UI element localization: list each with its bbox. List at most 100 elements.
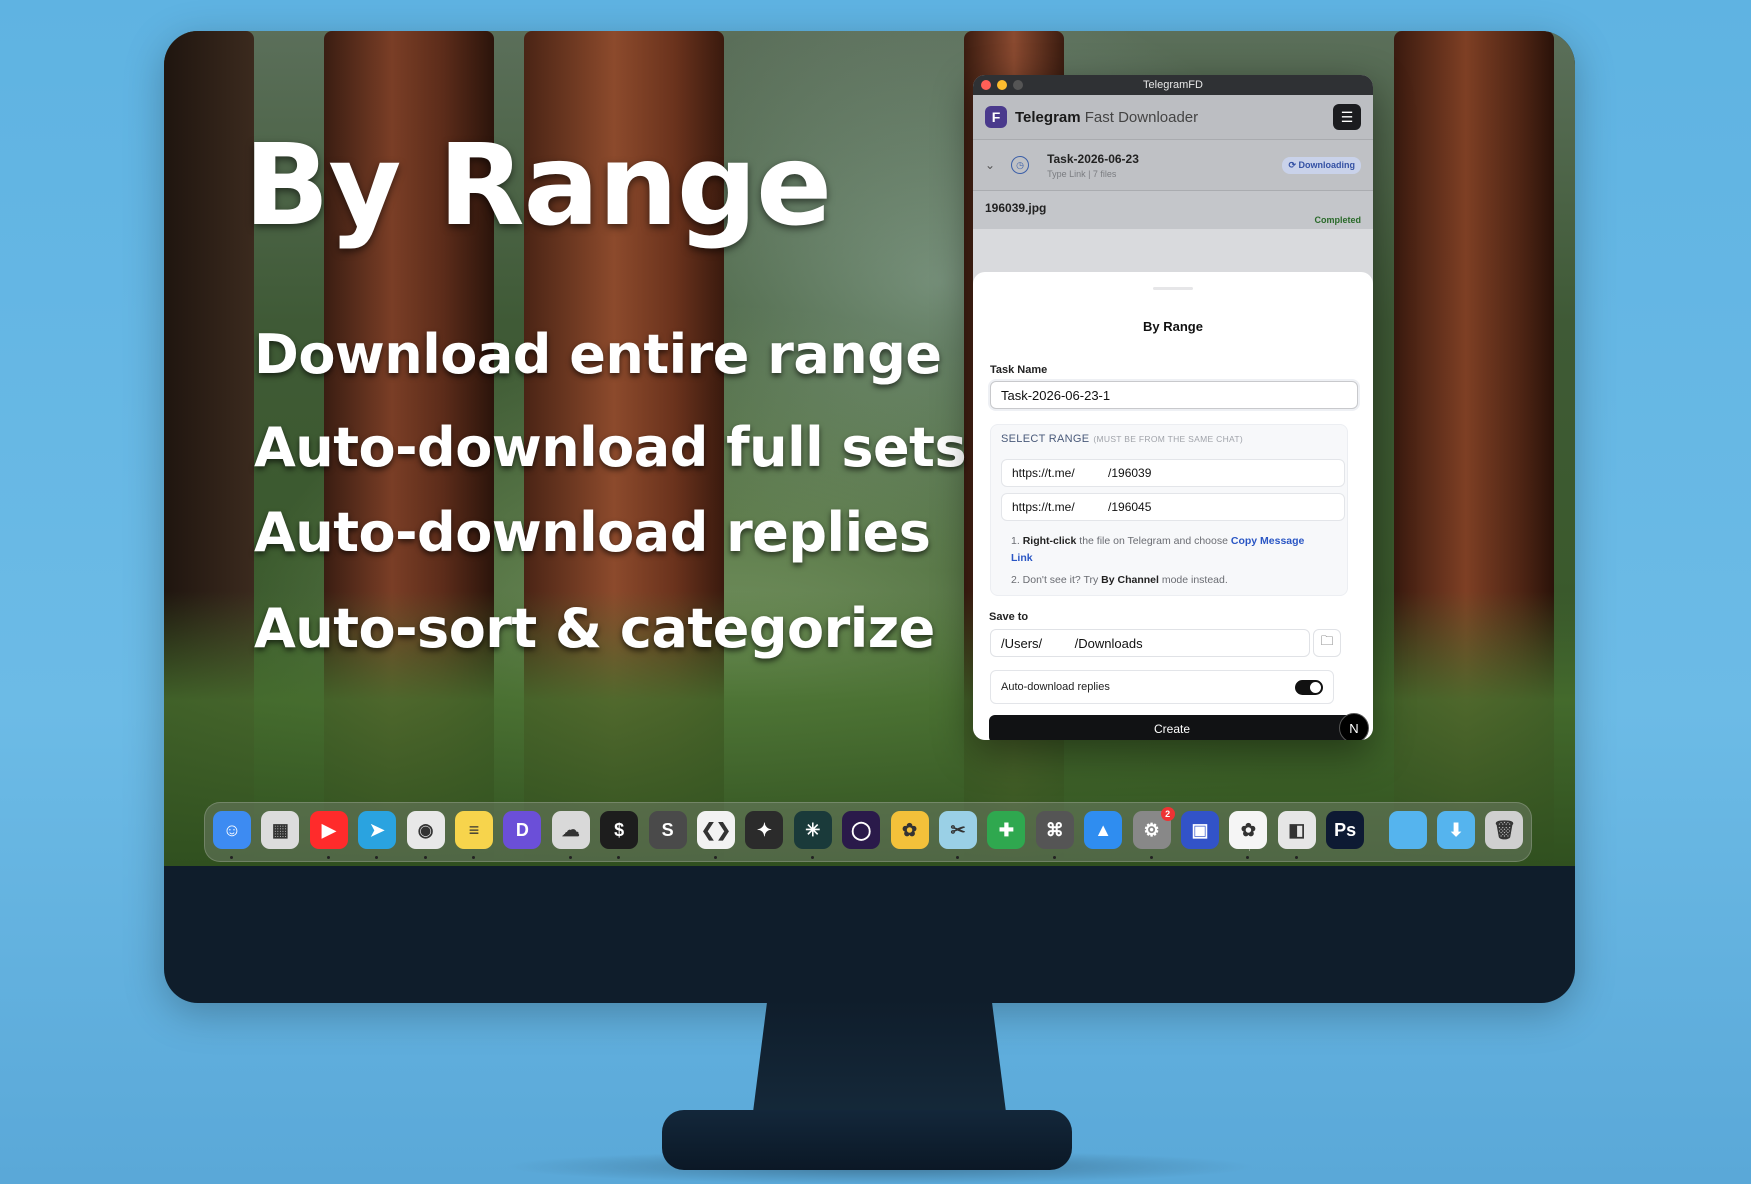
task-name-label: Task Name — [990, 364, 1048, 376]
feature-line: Download entire range — [254, 323, 942, 386]
start-link-input[interactable] — [1001, 459, 1345, 487]
running-indicator — [956, 856, 959, 859]
sheet-grabber[interactable] — [1153, 287, 1193, 290]
modal-title: By Range — [1143, 319, 1203, 334]
running-indicator — [1246, 856, 1250, 859]
folder-icon[interactable] — [1388, 811, 1427, 849]
final-cut-icon[interactable]: ✦ — [745, 811, 784, 849]
running-indicator — [568, 856, 572, 859]
vscode-icon[interactable]: ❮❯ — [697, 811, 735, 849]
hint-prefix: 1. — [1011, 535, 1023, 547]
running-indicator — [617, 856, 621, 859]
feature-line: Auto-download replies — [254, 501, 931, 564]
trash-icon[interactable]: 🗑 — [1485, 811, 1524, 849]
end-link-input[interactable] — [1001, 493, 1345, 521]
toggle-knob — [1310, 682, 1321, 693]
title-bar: TelegramFD — [973, 75, 1373, 95]
minimize-window-button[interactable] — [997, 80, 1007, 90]
app-name-bold: Telegram — [1015, 108, 1081, 126]
feature-line: Auto-sort & categorize — [254, 597, 935, 660]
running-indicator — [714, 856, 717, 859]
running-indicator — [810, 856, 814, 859]
running-indicator — [375, 856, 379, 859]
monitor: By Range Download entire range Auto-down… — [164, 31, 1575, 1003]
photos-icon[interactable]: ✿ — [1229, 811, 1268, 849]
zoom-window-button[interactable] — [1013, 80, 1023, 90]
hint-prefix: 2. Don't see it? Try — [1011, 574, 1102, 586]
running-indicator — [472, 856, 475, 859]
range-note: (MUST BE FROM THE SAME CHAT) — [1093, 434, 1243, 444]
notes-icon[interactable]: ≡ — [455, 811, 493, 849]
task-title: Task-2026-06-23 — [1047, 151, 1139, 166]
terminal-icon[interactable]: $ — [600, 811, 639, 849]
task-info: Task-2026-06-23 Type Link | 7 files — [1047, 152, 1139, 179]
folder-open-icon: 🗀 — [1320, 633, 1334, 648]
launchpad-icon[interactable]: ▦ — [261, 811, 300, 849]
file-name: 196039.jpg — [985, 201, 1047, 215]
running-indicator — [230, 856, 233, 859]
screen-icon[interactable]: ▣ — [1181, 811, 1219, 849]
file-row[interactable]: 196039.jpg Completed — [973, 191, 1373, 229]
menu-button[interactable]: ☰ — [1333, 104, 1361, 130]
telegram-icon[interactable]: ➤ — [358, 811, 397, 849]
hint-copy-link: 1. Right-click the file on Telegram and … — [1011, 533, 1311, 567]
window-controls — [981, 80, 1023, 90]
range-heading-text: SELECT RANGE — [1001, 433, 1090, 445]
running-indicator — [423, 856, 427, 859]
chrome-icon[interactable]: ◉ — [406, 811, 445, 849]
mountain-icon[interactable]: ▲ — [1084, 811, 1123, 849]
notification-badge: 2 — [1160, 807, 1175, 821]
system-settings-icon[interactable]: ⚙ 2 — [1132, 807, 1175, 849]
finder-icon[interactable]: ☺ — [213, 811, 251, 849]
dock: ☺ ▦ ▶ ➤ ◉ ≡ D ☁ $ S ❮❯ ✦ ✳ ◯ ✿ ✂ ✚ ⌘ ▲ ⚙ 2 ▣ ✿ ◧ Ps ⬇ 🗑 — [204, 802, 1532, 862]
hint-by-channel: 2. Don't see it? Try By Channel mode ins… — [1011, 572, 1311, 589]
clock-icon: ◷ — [1011, 156, 1030, 174]
xcode-icon[interactable]: ✚ — [987, 811, 1026, 849]
auto-download-replies-toggle[interactable] — [1295, 680, 1323, 695]
monitor-stand-neck — [752, 1000, 1007, 1120]
save-to-label: Save to — [989, 611, 1029, 623]
task-name-input[interactable] — [990, 381, 1358, 409]
discord-like-icon[interactable]: D — [503, 811, 542, 849]
hint-bold: Right-click — [1022, 535, 1077, 547]
desktop-screen: By Range Download entire range Auto-down… — [164, 31, 1575, 866]
photoshop-icon[interactable]: Ps — [1326, 811, 1365, 849]
task-row[interactable]: ⌄ ◷ Task-2026-06-23 Type Link | 7 files … — [973, 140, 1373, 191]
chevron-down-icon[interactable]: ⌄ — [985, 158, 995, 172]
task-meta: Type Link | 7 files — [1047, 168, 1117, 179]
running-indicator — [1052, 856, 1056, 859]
sublime-icon[interactable]: S — [648, 811, 687, 849]
monitor-stand-base — [662, 1110, 1072, 1170]
scissors-icon[interactable]: ✂ — [939, 811, 977, 849]
hint-text: mode instead. — [1158, 574, 1228, 586]
n-badge-icon[interactable]: N — [1339, 713, 1369, 740]
running-indicator — [326, 856, 330, 859]
close-window-button[interactable] — [981, 80, 991, 90]
hero-headline: By Range — [244, 121, 832, 251]
create-button[interactable]: Create — [989, 715, 1355, 740]
youtube-music-icon[interactable]: ▶ — [309, 811, 348, 849]
arc-icon[interactable]: ◯ — [842, 811, 881, 849]
cloud-icon[interactable]: ☁ — [551, 811, 590, 849]
app-name: Telegram Fast Downloader — [1015, 109, 1198, 126]
status-badge-text: Downloading — [1298, 159, 1356, 170]
downloads-folder-icon[interactable]: ⬇ — [1437, 811, 1475, 849]
status-badge: ⟳ Downloading — [1282, 156, 1361, 174]
paw-icon[interactable]: ✿ — [890, 811, 929, 849]
remote-desktop-icon[interactable]: ◧ — [1277, 811, 1316, 849]
choose-folder-button[interactable]: 🗀 — [1313, 629, 1341, 657]
auto-download-replies-row: Auto-download replies — [990, 670, 1334, 704]
menu-icon: ☰ — [1340, 108, 1354, 125]
hint-text: the file on Telegram and choose — [1076, 535, 1231, 547]
perplexity-icon[interactable]: ✳ — [793, 811, 832, 849]
save-path-input[interactable] — [990, 629, 1310, 657]
select-range-section: SELECT RANGE (MUST BE FROM THE SAME CHAT)… — [990, 424, 1348, 596]
by-range-modal: By Range Task Name SELECT RANGE(MUST BE … — [973, 272, 1373, 740]
command-icon[interactable]: ⌘ — [1035, 811, 1074, 849]
window-title: TelegramFD — [1143, 79, 1203, 91]
app-window: TelegramFD F Telegram Fast Downloader ☰ … — [973, 75, 1373, 740]
running-indicator — [1294, 856, 1298, 859]
by-channel-link[interactable]: By Channel — [1101, 574, 1159, 586]
app-header: F Telegram Fast Downloader ☰ — [973, 95, 1373, 140]
feature-line: Auto-download full sets — [254, 416, 967, 479]
